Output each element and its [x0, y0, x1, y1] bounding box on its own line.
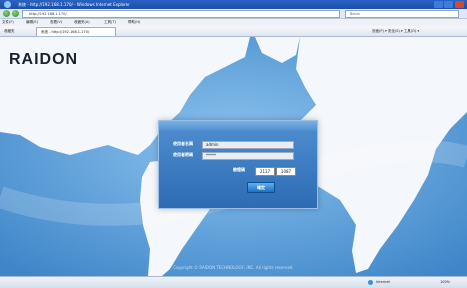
- address-toolbar: http://192.168.1.170/ Baidu: [0, 9, 467, 19]
- search-placeholder: Baidu: [350, 12, 360, 16]
- forward-button[interactable]: [12, 10, 19, 17]
- menu-edit[interactable]: 编辑(E): [26, 19, 38, 26]
- login-button[interactable]: 確定: [247, 182, 275, 193]
- ie-icon: [4, 1, 11, 8]
- password-input[interactable]: *****: [202, 152, 294, 160]
- status-bar: Internet 100%: [0, 276, 467, 288]
- favorites-button[interactable]: 收藏夹: [4, 26, 15, 36]
- back-button[interactable]: [3, 10, 10, 17]
- minimize-button[interactable]: [434, 1, 443, 8]
- password-label: 使用者密碼: [173, 152, 193, 157]
- browser-tab[interactable]: 系统 - http://192.168.1.170/: [36, 27, 116, 36]
- menu-view[interactable]: 查看(V): [50, 19, 62, 26]
- menu-help[interactable]: 帮助(H): [128, 19, 140, 26]
- username-input[interactable]: admin: [202, 141, 294, 149]
- zoom-level[interactable]: 100%: [440, 277, 450, 288]
- window-title: 系统 - http://192.168.1.170/ - Windows Int…: [18, 2, 130, 7]
- dialog-header: [159, 121, 317, 131]
- window-title-bar: 系统 - http://192.168.1.170/ - Windows Int…: [0, 0, 467, 9]
- username-value: admin: [206, 142, 219, 147]
- login-dialog: 使用者名稱 admin 使用者密碼 ***** 驗證碼 2117 1087 確定: [158, 120, 318, 209]
- captcha-input-value: 2117: [259, 169, 271, 174]
- address-input[interactable]: http://192.168.1.170/: [22, 10, 340, 18]
- password-value: *****: [206, 153, 216, 158]
- globe-icon: [368, 280, 373, 285]
- address-url: http://192.168.1.170/: [29, 12, 67, 16]
- page-content: RAIDON 使用者名稱 admin 使用者密碼 ***** 驗證碼 2117 …: [0, 37, 467, 276]
- captcha-image: 1087: [276, 167, 296, 176]
- page-tools[interactable]: 页面(P) ▾ 安全(S) ▾ 工具(O) ▾: [372, 26, 419, 36]
- tab-label: 系统 - http://192.168.1.170/: [41, 30, 89, 34]
- captcha-code: 1087: [280, 169, 292, 174]
- captcha-input[interactable]: 2117: [255, 167, 275, 176]
- copyright-footer: Copyright © RAIDON TECHNOLOGY, INC. All …: [173, 265, 294, 270]
- menu-tools[interactable]: 工具(T): [104, 19, 116, 26]
- maximize-button[interactable]: [444, 1, 453, 8]
- menu-favorites[interactable]: 收藏夹(A): [74, 19, 90, 26]
- security-zone: Internet: [376, 280, 390, 284]
- menu-file[interactable]: 文件(F): [2, 19, 14, 26]
- menu-bar: 文件(F) 编辑(E) 查看(V) 收藏夹(A) 工具(T) 帮助(H): [0, 19, 467, 26]
- search-input[interactable]: Baidu: [345, 10, 459, 18]
- username-label: 使用者名稱: [173, 141, 193, 146]
- login-button-label: 確定: [257, 185, 265, 190]
- favorites-bar: 收藏夹 系统 - http://192.168.1.170/ 页面(P) ▾ 安…: [0, 26, 467, 37]
- raidon-logo: RAIDON: [9, 51, 79, 68]
- close-button[interactable]: [455, 1, 464, 8]
- captcha-label: 驗證碼: [233, 167, 245, 172]
